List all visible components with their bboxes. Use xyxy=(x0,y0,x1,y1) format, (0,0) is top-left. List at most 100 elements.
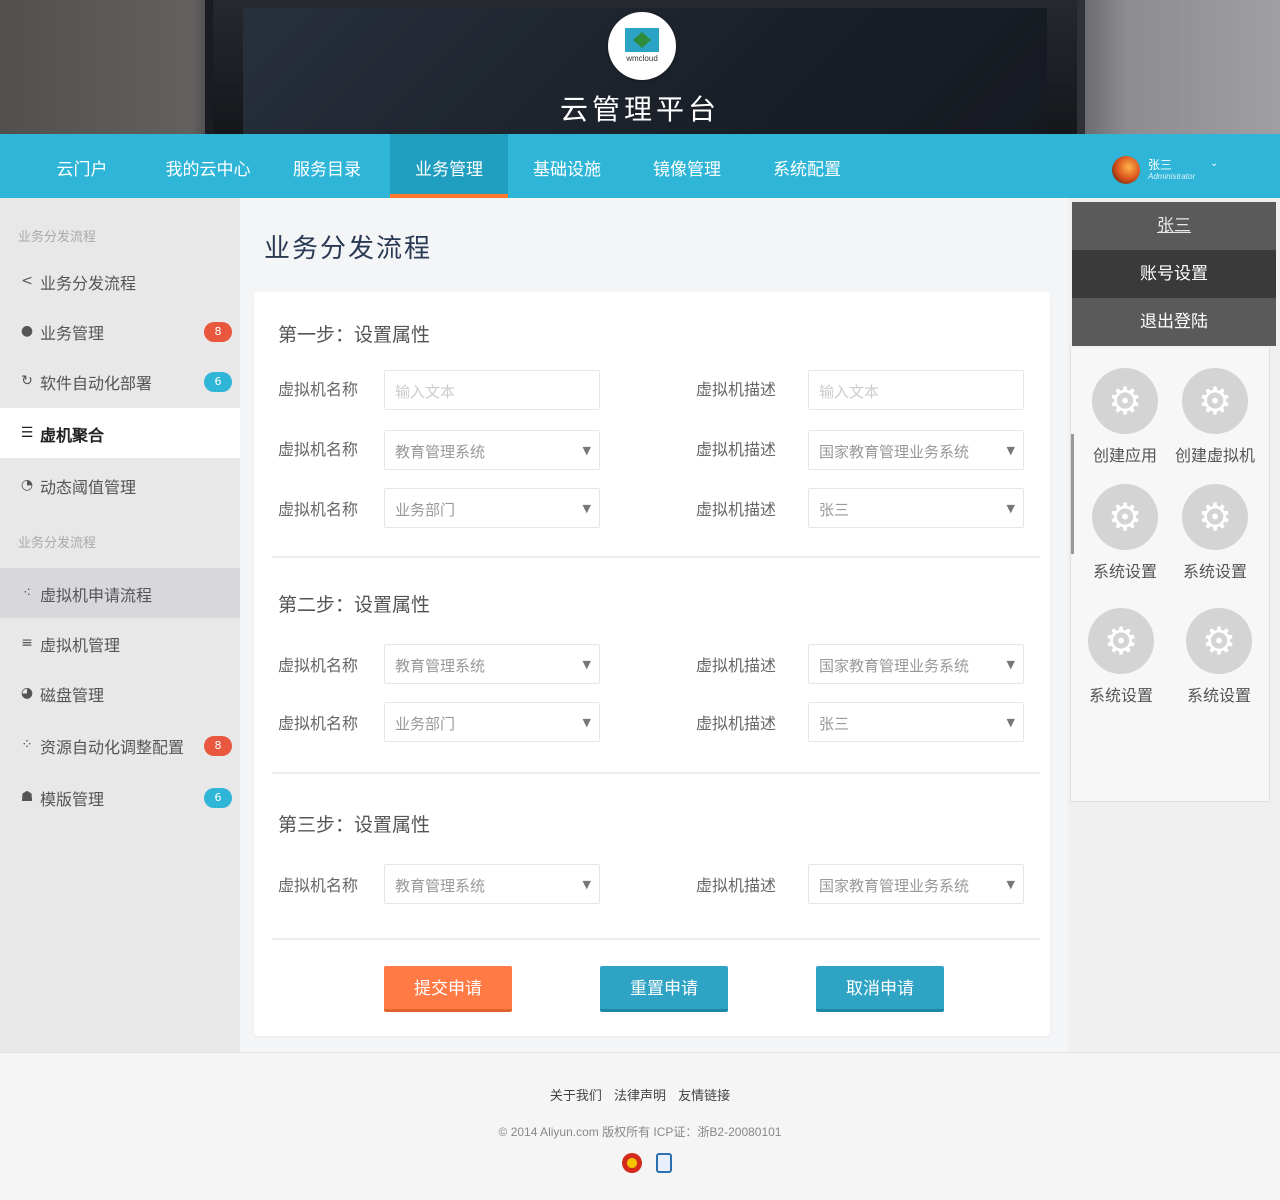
chevron-down-icon[interactable]: ⌄ xyxy=(1210,158,1218,169)
step-title: 第一步：设置属性 xyxy=(278,324,431,346)
site-title: 云管理平台 xyxy=(559,93,720,126)
footer-link-about[interactable]: 关于我们 xyxy=(550,1089,602,1104)
sidebar-item-business-flow[interactable]: < 业务分发流程 xyxy=(0,256,240,306)
app-label: 系统设置 xyxy=(1186,686,1251,705)
nav-item-portal[interactable]: 云门户 xyxy=(22,134,142,198)
vm-name-select[interactable]: 业务部门 ▼ xyxy=(384,488,600,528)
logo-icon xyxy=(625,28,659,52)
caret-down-icon: ▼ xyxy=(582,444,591,457)
app-system-settings[interactable]: ⚙ 系统设置 xyxy=(1171,608,1267,708)
user-menu[interactable]: 张三 Administrator ⌄ xyxy=(1112,154,1232,184)
user-role: Administrator xyxy=(1148,172,1196,181)
vm-desc-select[interactable]: 国家教育管理业务系统 ▼ xyxy=(808,644,1024,684)
list-icon: ☰ xyxy=(20,425,34,441)
app-label: 创建虚拟机 xyxy=(1174,446,1255,465)
logout-item[interactable]: 退出登陆 xyxy=(1072,298,1276,346)
app-system-settings[interactable]: ⚙ 系统设置 xyxy=(1073,608,1169,708)
reset-button[interactable]: 重置申请 xyxy=(600,966,728,1012)
vm-name-label: 虚拟机名称 xyxy=(278,380,359,399)
vm-desc-select[interactable]: 国家教育管理业务系统 ▼ xyxy=(808,864,1024,904)
sidebar-section-title: 业务分发流程 xyxy=(18,536,97,551)
vm-desc-select[interactable]: 张三 ▼ xyxy=(808,488,1024,528)
sidebar-item-vm-aggregation[interactable]: ☰ 虚机聚合 xyxy=(0,408,240,458)
nav-item-my-cloud[interactable]: 我的云中心 xyxy=(148,134,268,198)
sidebar-item-vm-mgmt[interactable]: ≡ 虚拟机管理 xyxy=(0,618,240,668)
select-value: 业务部门 xyxy=(395,715,456,733)
logo[interactable]: wmcloud xyxy=(608,12,676,80)
sidebar-item-vm-apply-flow[interactable]: ⁖ 虚拟机申请流程 xyxy=(0,568,240,618)
certificate-icon[interactable] xyxy=(656,1153,672,1173)
section-divider xyxy=(272,772,1040,774)
section-divider xyxy=(272,556,1040,558)
nav-item-business-mgmt[interactable]: 业务管理 xyxy=(390,134,508,198)
vm-name-label: 虚拟机名称 xyxy=(278,440,359,459)
app-create-vm[interactable]: ⚙ 创建虚拟机 xyxy=(1167,368,1263,468)
sidebar-item-resource-auto[interactable]: ⁘ 资源自动化调整配置 8 xyxy=(0,720,240,770)
account-settings-item[interactable]: 账号设置 xyxy=(1072,250,1276,298)
sidebar-item-threshold[interactable]: ◔ 动态阈值管理 xyxy=(0,460,240,510)
footer: 关于我们 法律声明 友情链接 © 2014 Aliyun.com 版权所有 IC… xyxy=(0,1052,1280,1200)
select-value: 张三 xyxy=(819,715,850,733)
vm-name-select[interactable]: 教育管理系统 ▼ xyxy=(384,864,600,904)
caret-down-icon: ▼ xyxy=(1006,716,1015,729)
app-system-settings[interactable]: ⚙ 系统设置 xyxy=(1077,484,1173,584)
vm-name-select[interactable]: 教育管理系统 ▼ xyxy=(384,430,600,470)
quick-apps-panel: ⚙ 创建应用 ⚙ 创建虚拟机 ⚙ 系统设置 ⚙ 系统设置 ⚙ 系统设置 ⚙ 系统… xyxy=(1070,348,1270,802)
count-badge: 8 xyxy=(204,322,232,342)
gear-icon: ⚙ xyxy=(1088,608,1154,674)
count-badge: 6 xyxy=(204,372,232,392)
vm-desc-input[interactable]: 输入文本 xyxy=(808,370,1024,410)
vm-desc-label: 虚拟机描述 xyxy=(696,500,777,519)
user-name: 张三 xyxy=(1148,158,1173,172)
vm-name-select[interactable]: 教育管理系统 ▼ xyxy=(384,644,600,684)
sidebar-item-business-mgmt[interactable]: ● 业务管理 8 xyxy=(0,306,240,356)
app-system-settings[interactable]: ⚙ 系统设置 xyxy=(1167,484,1263,584)
caret-down-icon: ▼ xyxy=(582,878,591,891)
police-badge-icon[interactable] xyxy=(622,1153,642,1173)
select-value: 教育管理系统 xyxy=(395,877,486,895)
vm-name-select[interactable]: 业务部门 ▼ xyxy=(384,702,600,742)
app-create-application[interactable]: ⚙ 创建应用 xyxy=(1077,368,1173,468)
page-title: 业务分发流程 xyxy=(264,234,433,264)
input-placeholder: 输入文本 xyxy=(395,383,456,401)
nav-item-infrastructure[interactable]: 基础设施 xyxy=(512,134,622,198)
nav-item-image-mgmt[interactable]: 镜像管理 xyxy=(632,134,742,198)
caret-down-icon: ▼ xyxy=(582,658,591,671)
footer-link-legal[interactable]: 法律声明 xyxy=(614,1089,666,1104)
select-value: 国家教育管理业务系统 xyxy=(819,877,970,895)
disk-icon: ◕ xyxy=(20,685,34,701)
vm-name-input[interactable]: 输入文本 xyxy=(384,370,600,410)
sidebar-item-software-deploy[interactable]: ↻ 软件自动化部署 6 xyxy=(0,356,240,406)
sidebar-item-label: 业务分发流程 xyxy=(40,274,137,293)
scrollbar[interactable] xyxy=(1071,434,1074,554)
sidebar-item-label: 虚拟机管理 xyxy=(40,636,121,655)
footer-link-friends[interactable]: 友情链接 xyxy=(678,1089,730,1104)
nav-item-system-config[interactable]: 系统配置 xyxy=(752,134,862,198)
vm-desc-select[interactable]: 国家教育管理业务系统 ▼ xyxy=(808,430,1024,470)
select-value: 国家教育管理业务系统 xyxy=(819,443,970,461)
sidebar-item-template-mgmt[interactable]: ☗ 模版管理 6 xyxy=(0,772,240,822)
nav-item-service-catalog[interactable]: 服务目录 xyxy=(272,134,382,198)
gear-icon: ⚙ xyxy=(1182,484,1248,550)
user-dropdown-menu: 张三 账号设置 退出登陆 xyxy=(1072,202,1276,348)
avatar[interactable] xyxy=(1112,156,1140,184)
step-title: 第三步：设置属性 xyxy=(278,814,431,836)
count-badge: 8 xyxy=(204,736,232,756)
sidebar-item-disk-mgmt[interactable]: ◕ 磁盘管理 xyxy=(0,668,240,718)
server-icon: ≡ xyxy=(21,635,33,651)
sidebar-item-label: 虚拟机申请流程 xyxy=(40,586,153,605)
vm-desc-select[interactable]: 张三 ▼ xyxy=(808,702,1024,742)
submit-button[interactable]: 提交申请 xyxy=(384,966,512,1012)
vm-desc-label: 虚拟机描述 xyxy=(696,714,777,733)
cancel-button[interactable]: 取消申请 xyxy=(816,966,944,1012)
caret-down-icon: ▼ xyxy=(1006,502,1015,515)
app-label: 系统设置 xyxy=(1088,686,1153,705)
select-value: 教育管理系统 xyxy=(395,657,486,675)
threshold-icon: ◔ xyxy=(20,477,34,493)
select-value: 教育管理系统 xyxy=(395,443,486,461)
vm-name-label: 虚拟机名称 xyxy=(278,500,359,519)
template-icon: ☗ xyxy=(20,789,34,805)
dropdown-user-name[interactable]: 张三 xyxy=(1072,202,1276,250)
select-value: 业务部门 xyxy=(395,501,456,519)
refresh-icon: ↻ xyxy=(21,373,33,389)
